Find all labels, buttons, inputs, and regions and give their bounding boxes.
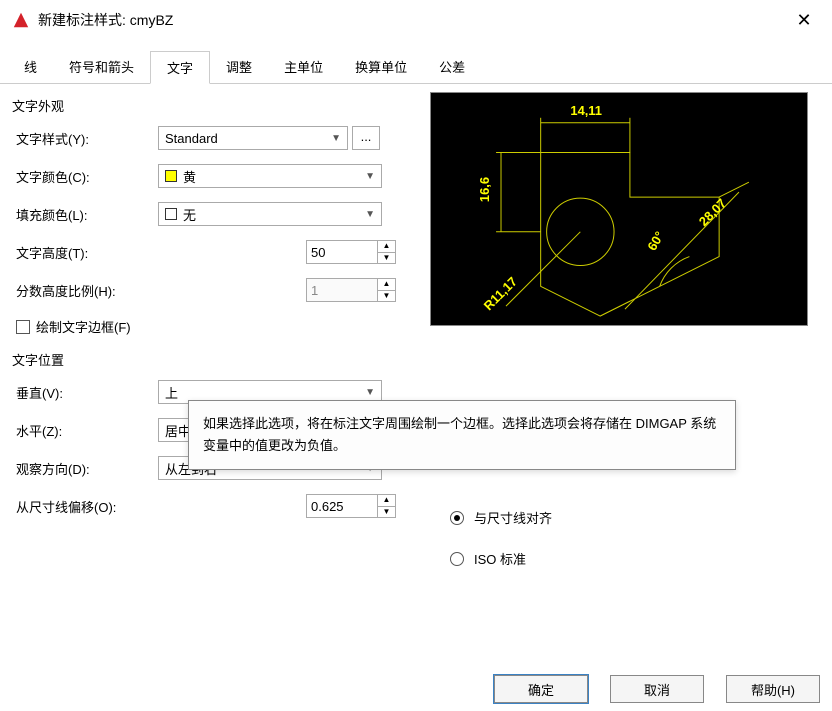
input-text-height[interactable] bbox=[307, 241, 377, 263]
select-fill-color-value: 无 bbox=[183, 205, 196, 224]
app-logo-icon bbox=[12, 11, 30, 29]
select-text-style-value: Standard bbox=[165, 131, 218, 146]
radio-label-align-dim: 与尺寸线对齐 bbox=[474, 508, 552, 527]
svg-text:R11,17: R11,17 bbox=[481, 274, 520, 313]
label-offset: 从尺寸线偏移(O): bbox=[10, 497, 182, 516]
tab-fit[interactable]: 调整 bbox=[210, 51, 268, 84]
select-fill-color[interactable]: 无 ▼ bbox=[158, 202, 382, 226]
label-horizontal: 水平(Z): bbox=[10, 421, 158, 440]
tab-bar: 线 符号和箭头 文字 调整 主单位 换算单位 公差 bbox=[0, 50, 832, 84]
window-title: 新建标注样式: cmyBZ bbox=[38, 10, 788, 30]
input-offset[interactable] bbox=[307, 495, 377, 517]
radio-dot-icon bbox=[454, 515, 460, 521]
tab-tolerance[interactable]: 公差 bbox=[423, 51, 481, 84]
input-fraction-scale bbox=[307, 279, 377, 301]
color-swatch-icon bbox=[165, 170, 177, 182]
group-text-appearance: 文字外观 bbox=[10, 90, 424, 119]
spinner-offset[interactable]: ▲▼ bbox=[306, 494, 396, 518]
svg-text:16,6: 16,6 bbox=[477, 177, 492, 202]
spinner-up-icon[interactable]: ▲ bbox=[378, 241, 395, 253]
select-text-color-value: 黄 bbox=[183, 167, 196, 186]
button-help[interactable]: 帮助(H) bbox=[726, 675, 820, 703]
label-vertical: 垂直(V): bbox=[10, 383, 158, 402]
select-text-color[interactable]: 黄 ▼ bbox=[158, 164, 382, 188]
radio-label-iso: ISO 标准 bbox=[474, 549, 526, 568]
dimension-preview: 14,11 16,6 R11,17 60° 28,07 bbox=[430, 92, 808, 326]
tab-alternate[interactable]: 换算单位 bbox=[339, 51, 423, 84]
spinner-up-icon[interactable]: ▲ bbox=[378, 495, 395, 507]
radio-align-with-dim[interactable]: 与尺寸线对齐 bbox=[450, 508, 794, 527]
label-fraction-scale: 分数高度比例(H): bbox=[10, 281, 182, 300]
svg-text:28,07: 28,07 bbox=[696, 196, 729, 229]
select-vertical-value: 上 bbox=[165, 383, 178, 402]
label-text-height: 文字高度(T): bbox=[10, 243, 182, 262]
chevron-down-icon: ▼ bbox=[331, 133, 341, 144]
tab-primary[interactable]: 主单位 bbox=[268, 51, 339, 84]
button-cancel[interactable]: 取消 bbox=[610, 675, 704, 703]
button-text-style-more[interactable]: ... bbox=[352, 126, 380, 150]
spinner-down-icon[interactable]: ▼ bbox=[378, 253, 395, 264]
chevron-down-icon: ▼ bbox=[365, 387, 375, 398]
spinner-down-icon: ▼ bbox=[378, 291, 395, 302]
chevron-down-icon: ▼ bbox=[365, 171, 375, 182]
label-fill-color: 填充颜色(L): bbox=[10, 205, 158, 224]
label-text-color: 文字颜色(C): bbox=[10, 167, 158, 186]
tooltip-draw-frame: 如果选择此选项，将在标注文字周围绘制一个边框。选择此选项会将存储在 DIMGAP… bbox=[188, 400, 736, 470]
tab-text[interactable]: 文字 bbox=[150, 51, 210, 84]
spinner-down-icon[interactable]: ▼ bbox=[378, 507, 395, 518]
color-swatch-icon bbox=[165, 208, 177, 220]
spinner-up-icon: ▲ bbox=[378, 279, 395, 291]
spinner-text-height[interactable]: ▲▼ bbox=[306, 240, 396, 264]
group-text-placement: 文字位置 bbox=[10, 344, 424, 373]
label-view-direction: 观察方向(D): bbox=[10, 459, 158, 478]
checkbox-draw-frame[interactable] bbox=[16, 320, 30, 334]
svg-text:14,11: 14,11 bbox=[570, 103, 602, 118]
spinner-fraction-scale: ▲▼ bbox=[306, 278, 396, 302]
label-text-style: 文字样式(Y): bbox=[10, 129, 158, 148]
svg-text:60°: 60° bbox=[644, 229, 667, 253]
radio-iso-standard[interactable]: ISO 标准 bbox=[450, 549, 794, 568]
close-button[interactable]: ✕ bbox=[788, 10, 820, 31]
chevron-down-icon: ▼ bbox=[365, 209, 375, 220]
select-text-style[interactable]: Standard ▼ bbox=[158, 126, 348, 150]
label-draw-frame: 绘制文字边框(F) bbox=[36, 317, 131, 336]
tab-symbols[interactable]: 符号和箭头 bbox=[53, 51, 150, 84]
button-ok[interactable]: 确定 bbox=[494, 675, 588, 703]
tab-lines[interactable]: 线 bbox=[8, 51, 53, 84]
